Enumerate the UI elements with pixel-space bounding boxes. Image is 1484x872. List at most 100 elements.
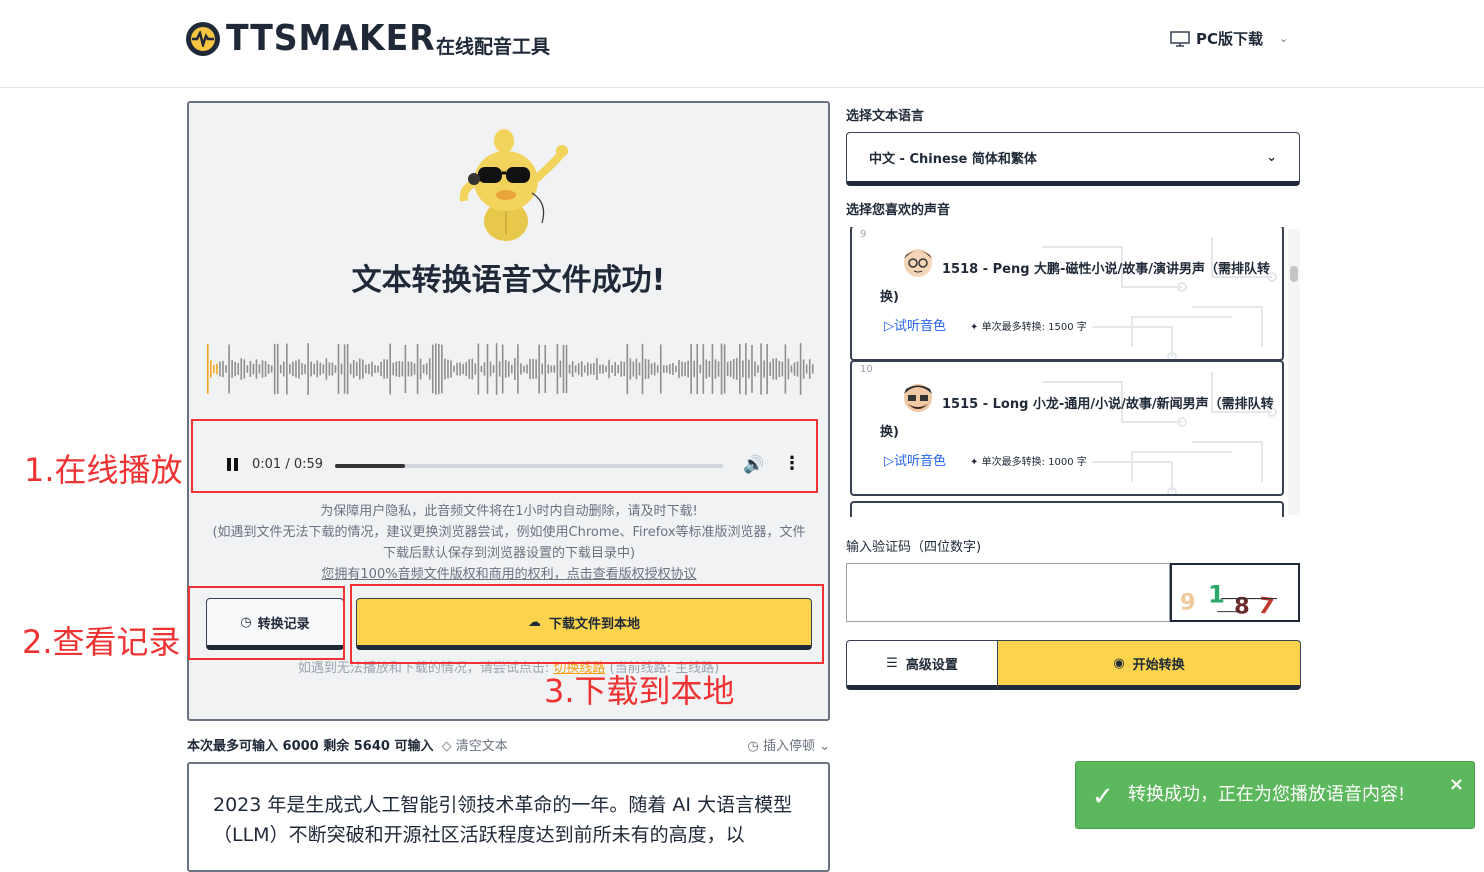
insert-pause-button[interactable]: ◷ 插入停顿 ⌄ [747,735,830,754]
waveform-bar [511,364,513,374]
monitor-icon [1170,30,1190,47]
text-input-area[interactable]: 2023 年是生成式人工智能引领技术革命的一年。随着 AI 大语言模型（LLM）… [187,762,830,872]
eraser-icon: ◇ [441,739,452,754]
sparkle-icon: ✦ [970,322,979,333]
waveform-bar [811,364,814,374]
waveform-bar [702,344,705,394]
waveform-bar [590,363,592,375]
waveform-bar [523,365,525,373]
waveform-bar [514,358,516,380]
captcha-digit: 7 [1257,593,1276,621]
waveform-bar [264,361,267,377]
waveform-bar [371,361,373,377]
copyright-link[interactable]: 您拥有100%音频文件版权和商用的权利，点击查看版权授权协议 [209,564,809,585]
pc-download-label: PC版下载 [1196,30,1264,48]
waveform-bar [617,364,619,374]
max-chars-label: 单次最多转换: 1500 字 [981,322,1087,333]
waveform-bar [498,361,501,377]
voice-card-1518[interactable]: 9 1518 - Peng 大鹏-磁性小说/故事/演讲男声（需排队转 换) ▷试… [850,227,1284,361]
advanced-settings-label: 高级设置 [905,657,958,673]
pc-download-menu[interactable]: PC版下载 ⌄ [1170,28,1288,49]
waveform-bar [377,365,379,373]
logo-icon[interactable] [186,22,220,56]
start-convert-button[interactable]: ◉ 开始转换 [997,640,1301,690]
waveform-bar [638,362,641,376]
waveform-bar [678,359,680,379]
waveform-bar [355,361,358,377]
voice-card-next[interactable] [850,501,1284,517]
scrollbar-thumb[interactable] [1290,266,1298,282]
waveform-bar [319,362,322,376]
clear-text-label: 清空文本 [455,739,508,754]
voice-index: 10 [860,364,873,375]
waveform-bar [419,358,422,380]
waveform-bar [799,343,802,395]
language-select[interactable]: 中文 - Chinese 简体和繁体 ⌄ [846,132,1300,186]
circuit-background [1042,372,1277,494]
waveform-bar [216,363,218,375]
captcha-digit: 1 [1208,580,1225,608]
waveform-bar [307,343,309,395]
avatar [904,249,932,277]
waveform-bar [495,343,498,395]
waveform-bar [793,362,796,376]
waveform-bar [462,363,464,375]
clear-text-button[interactable]: ◇ 清空文本 [442,739,508,754]
listen-sample-button[interactable]: ▷试听音色 [884,315,946,334]
waveform-bar [428,358,431,380]
waveform-bar [802,359,805,379]
voice-list-scrollbar[interactable] [1288,229,1300,515]
waveform-bar [550,365,553,373]
logo-text[interactable]: TTSMAKER [226,18,436,59]
captcha-input[interactable] [846,563,1170,622]
waveform-bar [735,358,738,380]
voice-label: 选择您喜欢的声音 [846,203,951,218]
waveform-bar [687,360,689,378]
waveform-bar [656,365,659,373]
waveform-bar [422,364,425,374]
waveform-bar [708,361,711,377]
audio-waveform[interactable] [207,341,815,397]
waveform-bar [778,360,781,378]
waveform-bar [632,361,635,377]
waveform-bar [644,358,647,380]
waveform-bar [301,363,303,375]
voice-card-1515[interactable]: 10 1515 - Long 小龙-通用/小说/故事/新闻男声（需排队转 换) … [850,360,1284,496]
waveform-bar [769,362,771,376]
waveform-bar [535,359,537,379]
waveform-bar [599,364,601,374]
waveform-bar [386,359,388,379]
captcha-digit: 8 [1234,593,1250,619]
waveform-bar [742,360,744,378]
play-circle-icon: ▷ [884,454,894,469]
waveform-bar [623,361,626,377]
waveform-bar [587,362,589,376]
waveform-bar [757,365,759,373]
waveform-bar [292,361,294,377]
check-icon: ✓ [1092,782,1114,812]
waveform-bar [401,361,404,377]
chevron-down-icon: ⌄ [1266,149,1277,165]
waveform-bar [808,359,811,379]
listen-sample-button[interactable]: ▷试听音色 [884,450,946,469]
waveform-bar [322,364,325,374]
waveform-bar [240,358,243,380]
voice-list[interactable]: 9 1518 - Peng 大鹏-磁性小说/故事/演讲男声（需排队转 换) ▷试… [846,227,1300,517]
advanced-settings-button[interactable]: ☰ 高级设置 [846,640,998,690]
privacy-notice: 为保障用户隐私，此音频文件将在1小时内自动删除，请及时下载! (如遇到文件无法下… [209,501,809,585]
captcha-image[interactable]: 9 1 8 7 [1170,563,1300,622]
waveform-bar [538,344,540,394]
waveform-bar [669,364,671,374]
waveform-bar [404,344,407,394]
voice-index: 9 [860,229,867,240]
success-title: 文本转换语音文件成功! [351,263,666,298]
waveform-bar [398,361,401,377]
waveform-bar [571,361,574,377]
waveform-bar [313,363,315,375]
close-icon[interactable]: × [1449,774,1464,795]
char-limit-label: 本次最多可输入 6000 剩余 5640 可输入 [187,739,434,754]
waveform-bar [751,345,753,393]
captcha-digit: 9 [1180,590,1196,616]
waveform-bar [279,364,282,374]
waveform-bar [684,362,686,376]
